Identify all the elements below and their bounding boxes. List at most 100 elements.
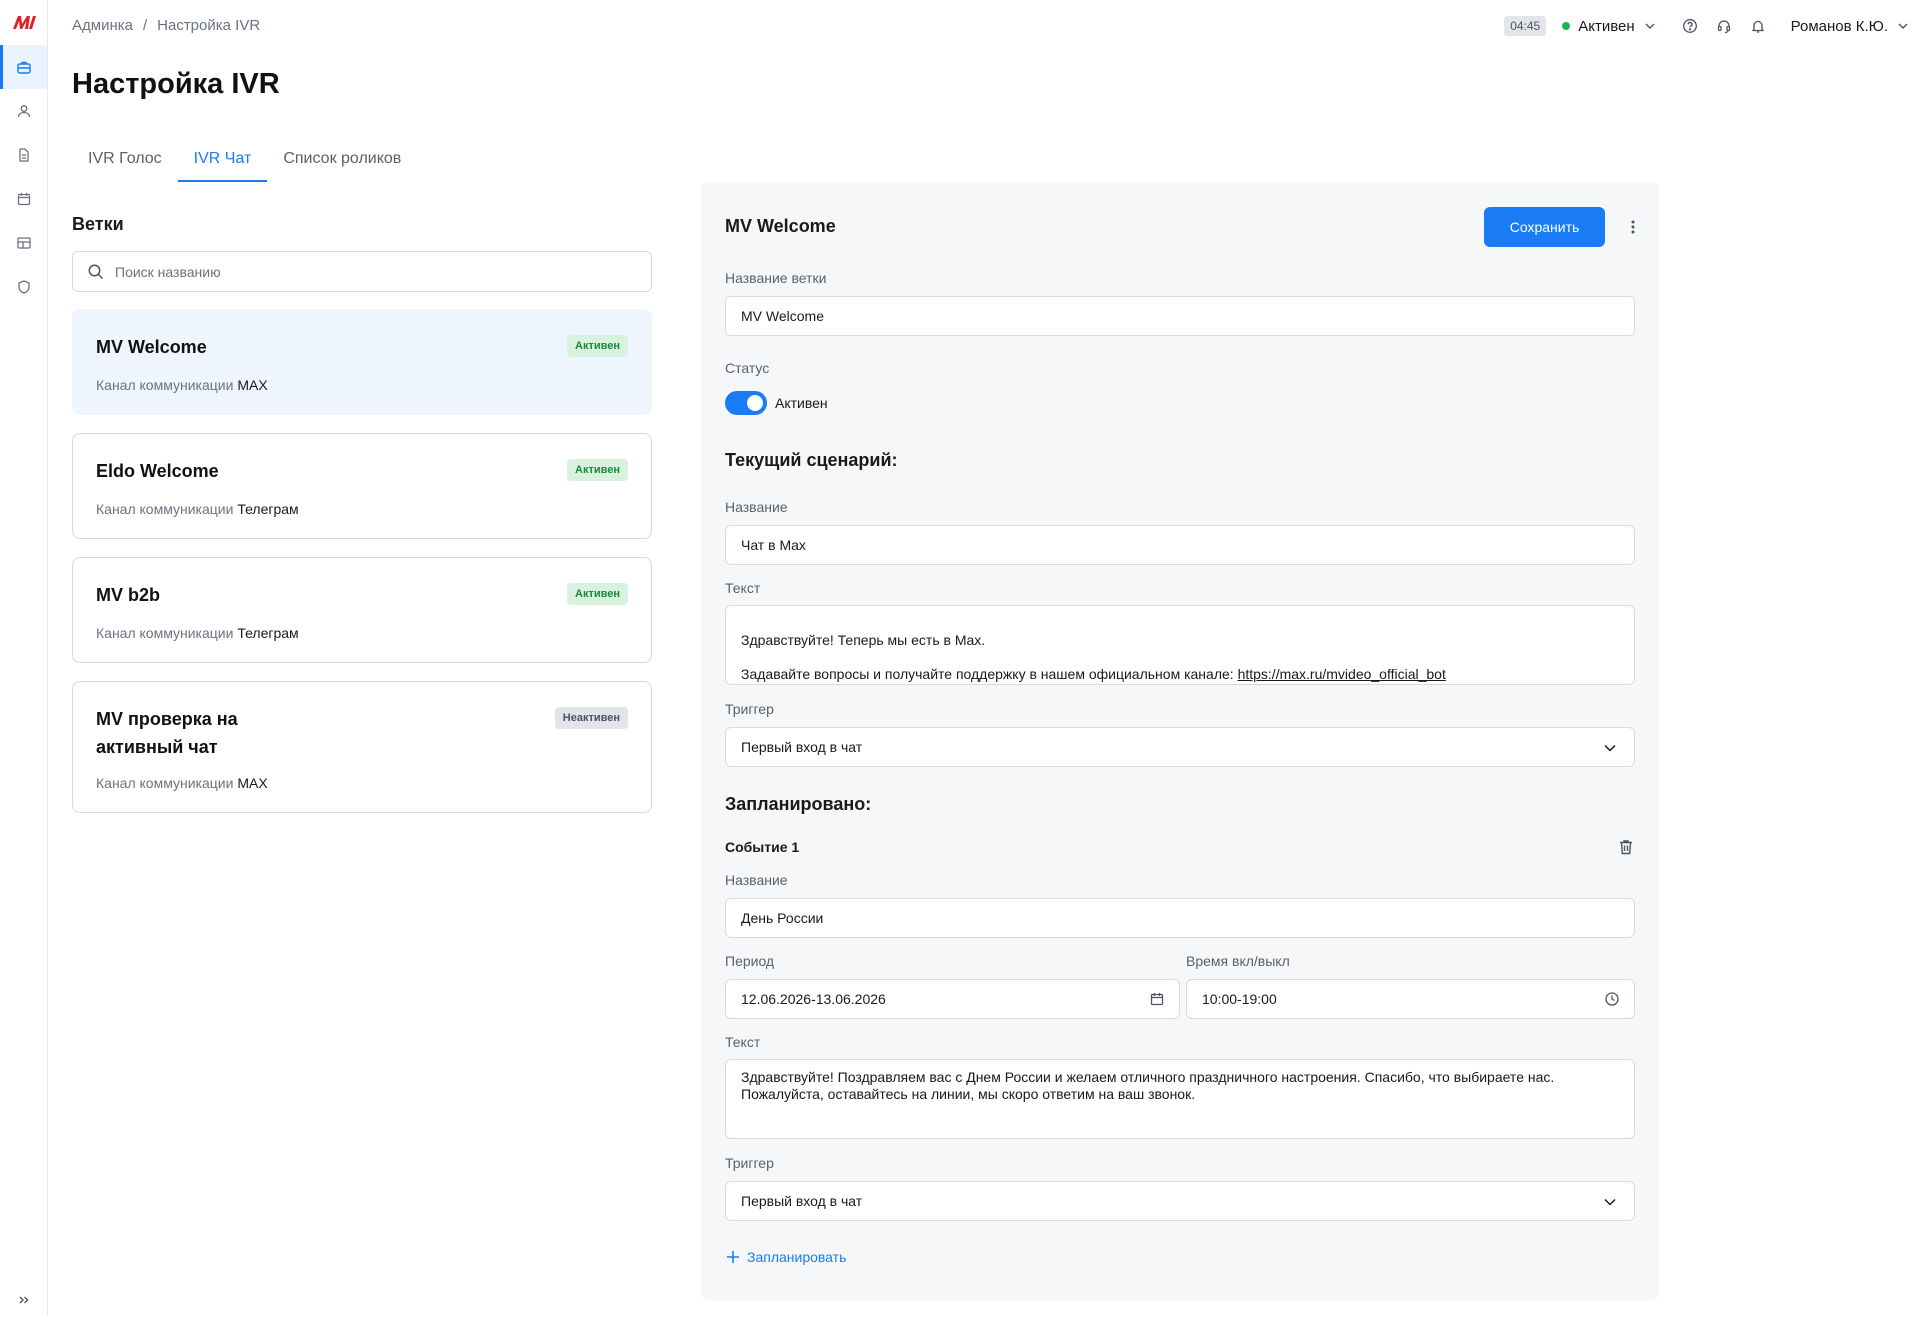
branch-search xyxy=(72,251,652,292)
support-button[interactable] xyxy=(1715,17,1733,35)
branch-channel: Канал коммуникации MAX xyxy=(96,775,268,791)
scheduled-heading: Запланировано: xyxy=(725,794,872,814)
chevron-down-icon xyxy=(1898,23,1908,29)
chevron-down-icon xyxy=(1645,23,1655,29)
chevron-down-icon xyxy=(1604,1198,1616,1206)
event-name-label: Название xyxy=(725,872,788,888)
brand-logo[interactable] xyxy=(11,12,37,32)
sidebar-item-users[interactable] xyxy=(0,89,47,133)
plus-icon xyxy=(727,1251,739,1263)
status-label: Статус xyxy=(725,360,770,376)
sidebar-item-briefcase[interactable] xyxy=(0,45,47,89)
tabs: IVR Голос IVR Чат Список роликов xyxy=(72,138,417,182)
current-scenario-heading: Текущий сценарий: xyxy=(725,450,898,470)
add-schedule-button[interactable]: Запланировать xyxy=(725,1249,846,1265)
scenario-text-label: Текст xyxy=(725,580,761,596)
breadcrumb: Админка / Настройка IVR xyxy=(72,17,260,34)
add-schedule-label: Запланировать xyxy=(747,1249,847,1265)
branch-name: MV проверка на активный чат xyxy=(96,709,238,757)
tab-ivr-voice[interactable]: IVR Голос xyxy=(72,138,178,182)
chevron-down-icon xyxy=(1604,744,1616,752)
sidebar-item-calendar[interactable] xyxy=(0,177,47,221)
event-trigger-label: Триггер xyxy=(725,1155,774,1171)
period-value: 12.06.2026-13.06.2026 xyxy=(741,991,886,1007)
operator-status-dropdown[interactable]: Активен xyxy=(1562,18,1656,35)
status-toggle-label: Активен xyxy=(775,395,828,411)
branch-card[interactable]: Eldo Welcome Активен Канал коммуникации … xyxy=(72,433,652,539)
left-rail xyxy=(0,0,48,1317)
tab-ivr-chat[interactable]: IVR Чат xyxy=(177,138,268,182)
period-label: Период xyxy=(725,953,775,969)
trigger-select[interactable]: Первый вход в чат xyxy=(725,727,1635,767)
user-name: Романов К.Ю. xyxy=(1790,17,1888,35)
help-button[interactable] xyxy=(1681,17,1699,35)
more-actions-button[interactable] xyxy=(1624,216,1642,238)
branch-channel: Канал коммуникации Телеграм xyxy=(96,625,299,641)
double-chevron-right-icon xyxy=(19,1296,28,1304)
event-text-field[interactable]: Здравствуйте! Поздравляем вас с Днем Рос… xyxy=(725,1059,1635,1139)
breadcrumb-current: Настройка IVR xyxy=(157,17,261,34)
event-title: Событие 1 xyxy=(725,839,800,855)
sidebar-item-table[interactable] xyxy=(0,221,47,265)
time-field[interactable]: 10:00-19:00 xyxy=(1186,979,1635,1019)
search-icon xyxy=(88,264,104,279)
topbar-right: 04:45 Активен Романов К.Ю. xyxy=(1504,14,1910,38)
sidebar-item-documents[interactable] xyxy=(0,133,47,177)
document-icon xyxy=(18,148,29,162)
expand-sidebar-button[interactable] xyxy=(0,1286,47,1314)
status-badge: Активен xyxy=(567,459,628,481)
calendar-icon[interactable] xyxy=(1149,991,1165,1007)
branch-card[interactable]: MV Welcome Активен Канал коммуникации MA… xyxy=(72,309,652,415)
branch-card[interactable]: MV проверка на активный чат Неактивен Ка… xyxy=(72,681,652,813)
scenario-text-field[interactable]: Здравствуйте! Теперь мы есть в Max. Зада… xyxy=(725,605,1635,685)
channel-label: Канал коммуникации xyxy=(96,501,234,517)
branch-channel: Канал коммуникации MAX xyxy=(96,377,268,393)
delete-event-icon[interactable] xyxy=(1617,838,1635,856)
status-badge: Неактивен xyxy=(554,707,628,729)
scenario-text-prefix: Задавайте вопросы и получайте поддержку … xyxy=(741,666,1238,682)
trigger-value: Первый вход в чат xyxy=(741,739,863,755)
breadcrumb-separator: / xyxy=(142,17,148,34)
branch-editor-panel: MV Welcome Сохранить Название ветки MV W… xyxy=(701,182,1659,1301)
branch-name: MV Welcome xyxy=(96,337,207,357)
scenario-text-content: Здравствуйте! Теперь мы есть в Max. Зада… xyxy=(741,615,1446,700)
scenario-name-label: Название xyxy=(725,499,788,515)
event-trigger-select[interactable]: Первый вход в чат xyxy=(725,1181,1635,1221)
channel-value: MAX xyxy=(237,775,268,791)
event-text-label: Текст xyxy=(725,1034,761,1050)
branch-card[interactable]: MV b2b Активен Канал коммуникации Телегр… xyxy=(72,557,652,663)
save-button[interactable]: Сохранить xyxy=(1484,207,1605,247)
scenario-name-field[interactable]: Чат в Max xyxy=(725,525,1635,565)
table-icon xyxy=(16,237,31,249)
operator-status-label: Активен xyxy=(1578,17,1635,35)
clock-icon[interactable] xyxy=(1604,991,1620,1007)
branch-name: Eldo Welcome xyxy=(96,461,219,481)
branch-channel: Канал коммуникации Телеграм xyxy=(96,501,299,517)
bot-link[interactable]: https://max.ru/mvideo_official_bot xyxy=(1238,666,1446,682)
status-toggle[interactable] xyxy=(725,391,767,415)
scenario-text-line: Задавайте вопросы и получайте поддержку … xyxy=(741,666,1446,683)
period-field[interactable]: 12.06.2026-13.06.2026 xyxy=(725,979,1180,1019)
status-badge: Активен xyxy=(567,335,628,357)
user-menu[interactable]: Романов К.Ю. xyxy=(1791,18,1910,35)
status-dot xyxy=(1562,22,1571,30)
time-label: Время вкл/выкл xyxy=(1186,953,1290,969)
headset-icon xyxy=(1717,20,1730,34)
branch-name: MV b2b xyxy=(96,585,161,605)
status-badge: Активен xyxy=(567,583,628,605)
branch-name-field[interactable]: MV Welcome xyxy=(725,296,1635,336)
channel-label: Канал коммуникации xyxy=(96,775,234,791)
event-name-field[interactable]: День России xyxy=(725,898,1635,938)
notifications-button[interactable] xyxy=(1749,17,1767,35)
more-vertical-icon xyxy=(1631,220,1635,234)
briefcase-icon xyxy=(16,61,31,74)
channel-label: Канал коммуникации xyxy=(96,377,234,393)
sidebar-item-security[interactable] xyxy=(0,265,47,309)
tab-clips-list[interactable]: Список роликов xyxy=(267,138,417,182)
search-input[interactable] xyxy=(115,263,615,280)
event-trigger-value: Первый вход в чат xyxy=(741,1193,863,1209)
calendar-icon xyxy=(17,193,30,206)
time-value: 10:00-19:00 xyxy=(1202,991,1277,1007)
branch-name-label: Название ветки xyxy=(725,270,827,286)
breadcrumb-root[interactable]: Админка xyxy=(72,17,133,34)
